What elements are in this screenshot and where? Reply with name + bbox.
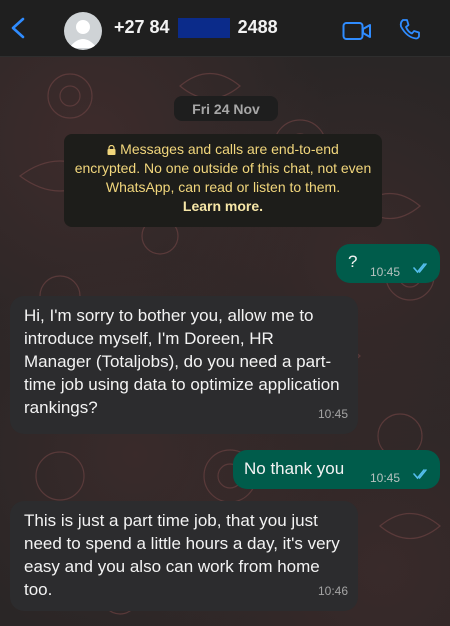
message-outgoing[interactable]: No thank you 10:45 bbox=[233, 450, 440, 489]
learn-more-link[interactable]: Learn more. bbox=[74, 197, 372, 216]
message-time: 10:45 bbox=[370, 265, 401, 279]
chevron-left-icon[interactable] bbox=[8, 17, 30, 39]
avatar[interactable] bbox=[64, 12, 102, 50]
date-separator: Fri 24 Nov bbox=[174, 96, 278, 121]
contact-name[interactable]: +27 84 2488 bbox=[114, 17, 278, 38]
default-avatar-icon bbox=[69, 20, 97, 48]
lock-icon bbox=[107, 145, 116, 155]
message-text: This is just a part time job, that you j… bbox=[24, 511, 340, 599]
message-outgoing[interactable]: ? 10:45 bbox=[336, 244, 440, 283]
contact-number-suffix: 2488 bbox=[237, 17, 278, 37]
message-text: No thank you bbox=[244, 459, 345, 478]
message-time: 10:45 bbox=[317, 407, 348, 421]
double-check-icon bbox=[413, 263, 427, 274]
message-time: 10:45 bbox=[370, 471, 401, 485]
message-incoming[interactable]: Hi, I'm sorry to bother you, allow me to… bbox=[10, 296, 358, 434]
redacted-block bbox=[177, 17, 230, 38]
chat-header: +27 84 2488 bbox=[0, 0, 450, 57]
contact-number-prefix: +27 84 bbox=[114, 17, 170, 37]
message-text: ? bbox=[348, 252, 358, 271]
video-camera-icon[interactable] bbox=[342, 20, 372, 42]
double-check-icon bbox=[413, 469, 427, 480]
message-incoming[interactable]: This is just a part time job, that you j… bbox=[10, 501, 358, 611]
message-text: Hi, I'm sorry to bother you, allow me to… bbox=[24, 306, 340, 417]
phone-icon[interactable] bbox=[398, 18, 420, 40]
encryption-notice[interactable]: Messages and calls are end-to-end encryp… bbox=[64, 134, 382, 227]
message-time: 10:46 bbox=[317, 584, 348, 598]
encryption-notice-text: Messages and calls are end-to-end encryp… bbox=[74, 141, 372, 195]
